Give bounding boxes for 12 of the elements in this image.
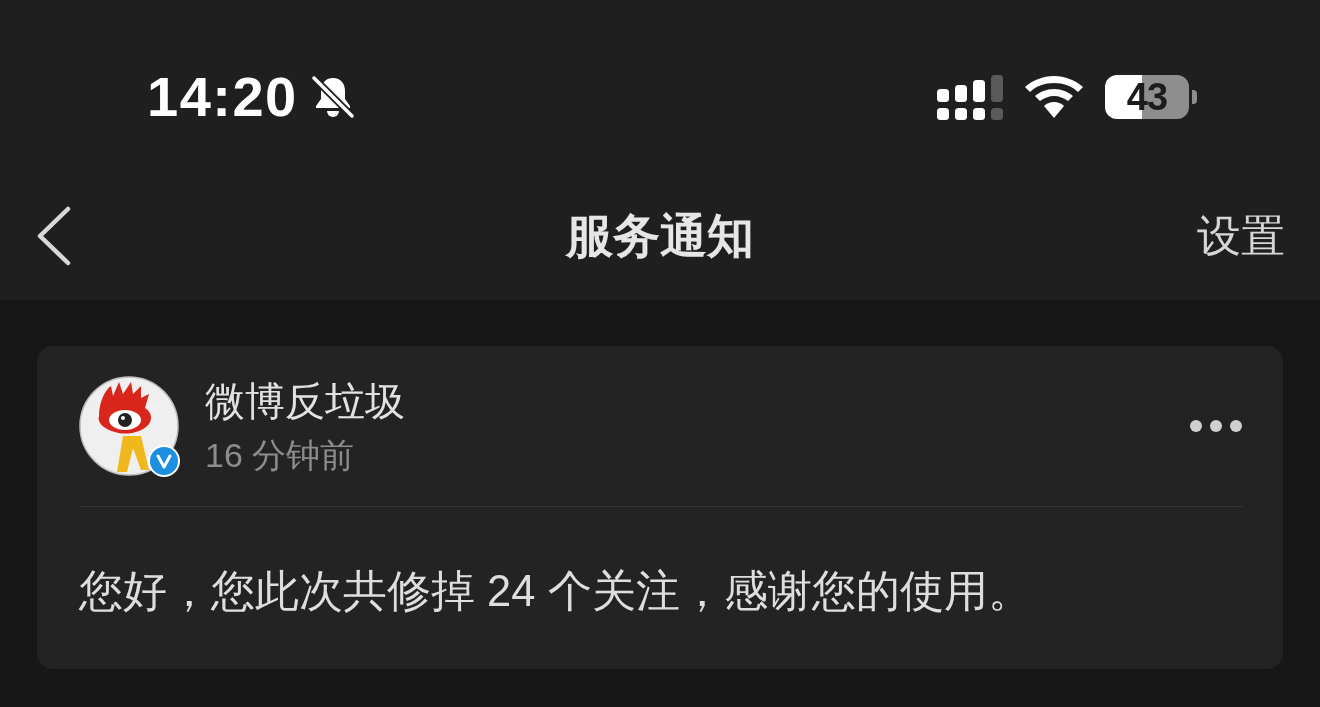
settings-link[interactable]: 设置 [1197,208,1285,264]
wifi-icon [1025,76,1083,118]
chevron-left-icon [36,206,72,266]
notification-time: 16 分钟前 [205,434,355,476]
status-time: 14:20 [147,67,298,127]
sender-name: 微博反垃圾 [205,377,405,425]
more-button[interactable] [1189,419,1243,433]
signal-icon [937,74,1003,120]
notification-message: 您好，您此次共修掉 24 个关注，感谢您的使用。 [79,566,1032,617]
more-icon [1189,419,1243,433]
back-button[interactable] [36,206,72,266]
page-title: 服务通知 [566,208,754,264]
